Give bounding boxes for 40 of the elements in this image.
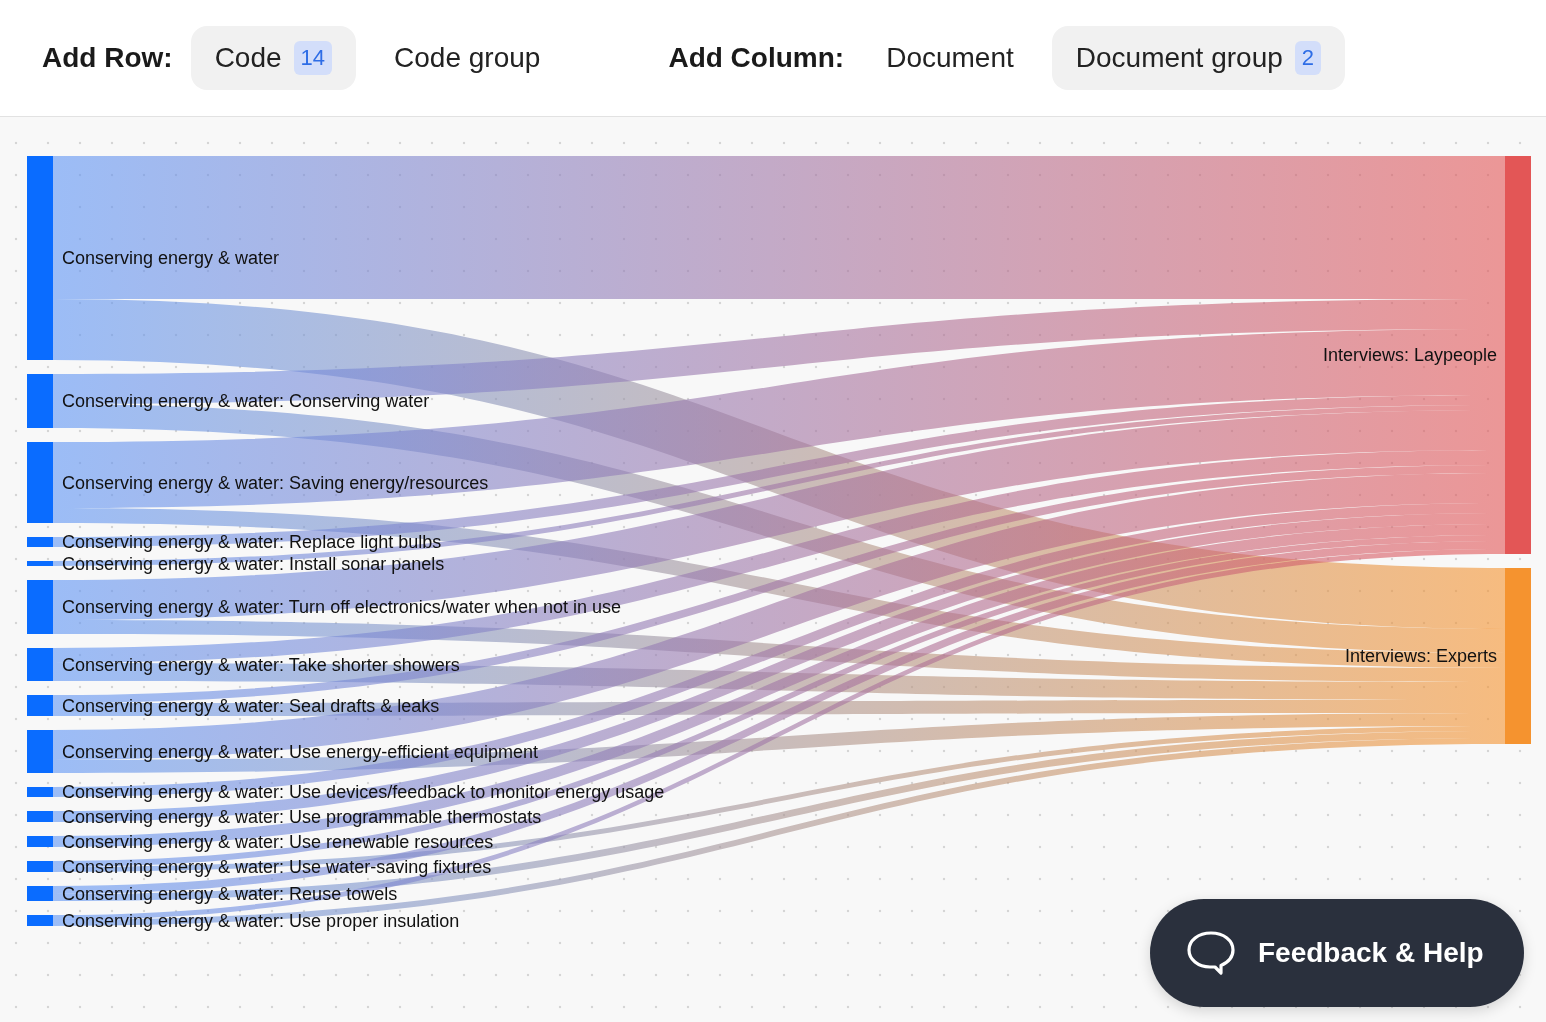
source-label: Conserving energy & water: Install sonar panels <box>62 553 445 574</box>
column-option[interactable]: Document group 2 <box>1051 26 1346 90</box>
feedback-help-button[interactable]: Feedback & Help <box>1150 899 1524 1007</box>
source-label: Conserving energy & water: Use proper insulation <box>62 910 460 931</box>
source-label: Conserving energy & water: Turn off electronics/water when not in use <box>62 597 621 617</box>
target-label: Interviews: Experts <box>1344 646 1497 666</box>
source-node-bar <box>27 561 53 566</box>
source-label: Conserving energy & water <box>62 248 280 268</box>
column-option[interactable]: Document <box>862 26 1038 90</box>
add-row-label: Add Row: <box>42 42 173 74</box>
source-node-bar <box>27 730 53 773</box>
source-label: Conserving energy & water: Seal drafts & leaks <box>62 695 440 716</box>
source-label: Conserving energy & water: Take shorter showers <box>62 654 460 675</box>
row-option[interactable]: Code 14 <box>190 26 357 90</box>
source-label: Conserving energy & water: Use water-saving fixtures <box>62 856 492 877</box>
source-node-bar <box>27 861 53 872</box>
source-label: Conserving energy & water: Use energy-efficient equipment <box>62 741 538 762</box>
source-node-bar <box>27 695 53 716</box>
source-label: Conserving energy & water: Replace light bulbs <box>62 532 442 552</box>
source-node-bar <box>27 915 53 926</box>
target-label: Interviews: Laypeople <box>1322 345 1497 365</box>
source-node-bar <box>27 537 53 547</box>
count-badge: 14 <box>293 41 333 75</box>
add-column-label: Add Column: <box>668 42 845 74</box>
source-node-bar <box>27 787 53 797</box>
source-label: Conserving energy & water: Conserving water <box>62 391 430 411</box>
source-label: Conserving energy & water: Reuse towels <box>62 883 398 904</box>
source-node-bar <box>27 886 53 901</box>
source-label: Conserving energy & water: Use programmable thermostats <box>62 806 542 827</box>
count-badge: 2 <box>1294 41 1322 75</box>
source-node-bar <box>27 811 53 822</box>
source-label: Conserving energy & water: Saving energy/resources <box>62 472 489 493</box>
source-label: Conserving energy & water: Use renewable resources <box>62 831 494 852</box>
source-node-bar <box>27 648 53 681</box>
source-node-bar <box>27 836 53 847</box>
row-option[interactable]: Code group <box>370 26 565 90</box>
source-node-bar <box>27 580 53 634</box>
source-node-bar <box>27 374 53 428</box>
source-label: Conserving energy & water: Use devices/feedback to monitor energy usage <box>62 782 665 802</box>
chat-bubble-icon <box>1186 930 1236 976</box>
